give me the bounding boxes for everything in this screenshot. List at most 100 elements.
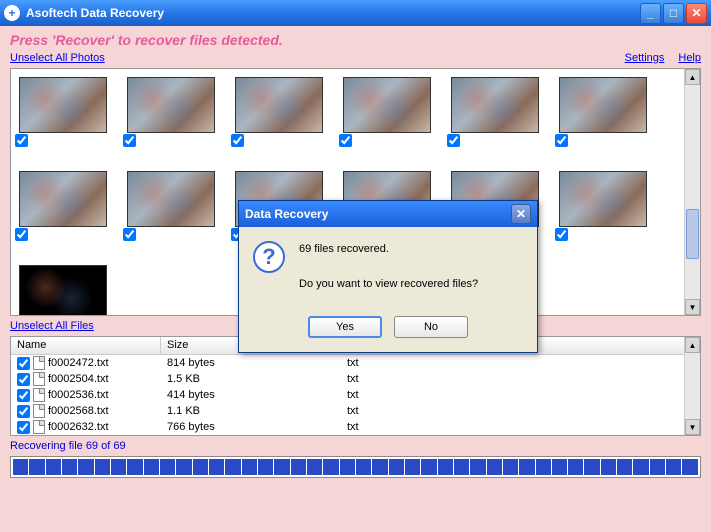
progress-bar: [10, 456, 701, 478]
window-title: Asoftech Data Recovery: [26, 6, 640, 20]
photo-checkbox[interactable]: [15, 134, 28, 147]
photo-item[interactable]: [555, 171, 651, 261]
progress-segment: [438, 459, 453, 475]
progress-segment: [78, 459, 93, 475]
table-row[interactable]: f0002472.txt814 bytestxt: [11, 355, 700, 371]
file-checkbox[interactable]: [17, 373, 30, 386]
progress-segment: [29, 459, 44, 475]
photo-checkbox[interactable]: [231, 134, 244, 147]
scroll-down-button[interactable]: ▼: [685, 419, 700, 435]
photo-item[interactable]: [339, 77, 435, 167]
unselect-photos-link[interactable]: Unselect All Photos: [10, 52, 105, 64]
progress-segment: [13, 459, 28, 475]
table-row[interactable]: f0002536.txt 414 bytestxt: [11, 387, 700, 403]
file-scrollbar[interactable]: ▲ ▼: [684, 337, 700, 435]
dialog-title: Data Recovery: [245, 207, 511, 221]
file-ext: txt: [341, 389, 491, 401]
yes-button[interactable]: Yes: [308, 316, 382, 338]
file-icon: [33, 372, 45, 386]
photo-item[interactable]: [123, 77, 219, 167]
table-row[interactable]: f0002568.txt1.1 KBtxt: [11, 403, 700, 419]
progress-segment: [389, 459, 404, 475]
file-rows: f0002472.txt814 bytestxtf0002504.txt1.5 …: [11, 355, 700, 435]
progress-segment: [584, 459, 599, 475]
top-links: Unselect All Photos Settings Help: [10, 52, 701, 64]
dialog-message-line2: Do you want to view recovered files?: [299, 276, 478, 294]
photo-item[interactable]: [123, 171, 219, 261]
file-size: 414 bytes: [161, 389, 341, 401]
file-icon: [33, 356, 45, 370]
file-checkbox[interactable]: [17, 357, 30, 370]
progress-segment: [568, 459, 583, 475]
photo-thumbnail: [127, 171, 215, 227]
file-name: f0002536.txt: [48, 389, 109, 401]
dialog-buttons: Yes No: [239, 308, 537, 352]
dialog-message-line1: 69 files recovered.: [299, 241, 478, 259]
photo-checkbox[interactable]: [555, 134, 568, 147]
photo-checkbox[interactable]: [123, 228, 136, 241]
progress-segment: [111, 459, 126, 475]
minimize-button[interactable]: _: [640, 3, 661, 24]
file-icon: [33, 404, 45, 418]
file-size: 1.1 KB: [161, 405, 341, 417]
progress-segment: [176, 459, 191, 475]
photo-checkbox[interactable]: [555, 228, 568, 241]
progress-segment: [682, 459, 697, 475]
photo-checkbox[interactable]: [447, 134, 460, 147]
dialog-close-button[interactable]: ✕: [511, 204, 531, 224]
photo-thumbnail: [559, 77, 647, 133]
scroll-thumb[interactable]: [686, 209, 699, 259]
progress-segment: [144, 459, 159, 475]
settings-link[interactable]: Settings: [625, 52, 665, 64]
photo-thumbnail: [451, 77, 539, 133]
photo-checkbox[interactable]: [339, 134, 352, 147]
progress-segment: [470, 459, 485, 475]
photo-item[interactable]: [15, 265, 111, 316]
unselect-files-link[interactable]: Unselect All Files: [10, 320, 94, 332]
file-size: 766 bytes: [161, 421, 341, 433]
photo-item[interactable]: [231, 77, 327, 167]
progress-segment: [666, 459, 681, 475]
photo-item[interactable]: [15, 77, 111, 167]
col-header-name[interactable]: Name: [11, 337, 161, 354]
question-icon: ?: [253, 241, 285, 273]
file-ext: txt: [341, 373, 491, 385]
table-row[interactable]: f0002632.txt766 bytestxt: [11, 419, 700, 435]
help-link[interactable]: Help: [678, 52, 701, 64]
progress-segment: [536, 459, 551, 475]
file-ext: txt: [341, 357, 491, 369]
photo-item[interactable]: [15, 171, 111, 261]
photo-scrollbar[interactable]: ▲ ▼: [684, 69, 700, 315]
progress-segment: [291, 459, 306, 475]
progress-segment: [405, 459, 420, 475]
photo-checkbox[interactable]: [123, 134, 136, 147]
progress-segment: [307, 459, 322, 475]
close-button[interactable]: ✕: [686, 3, 707, 24]
progress-segment: [633, 459, 648, 475]
titlebar: + Asoftech Data Recovery _ □ ✕: [0, 0, 711, 26]
maximize-button[interactable]: □: [663, 3, 684, 24]
photo-checkbox[interactable]: [15, 228, 28, 241]
photo-thumbnail: [235, 77, 323, 133]
progress-segment: [209, 459, 224, 475]
file-icon: [33, 420, 45, 434]
file-icon: [33, 388, 45, 402]
progress-segment: [552, 459, 567, 475]
photo-item[interactable]: [555, 77, 651, 167]
file-checkbox[interactable]: [17, 405, 30, 418]
progress-segment: [62, 459, 77, 475]
scroll-down-button[interactable]: ▼: [685, 299, 700, 315]
file-checkbox[interactable]: [17, 389, 30, 402]
file-ext: txt: [341, 421, 491, 433]
photo-thumbnail: [19, 77, 107, 133]
photo-item[interactable]: [447, 77, 543, 167]
progress-segment: [372, 459, 387, 475]
file-checkbox[interactable]: [17, 421, 30, 434]
photo-thumbnail: [559, 171, 647, 227]
scroll-up-button[interactable]: ▲: [685, 337, 700, 353]
dialog-body: ? 69 files recovered. Do you want to vie…: [239, 227, 537, 308]
table-row[interactable]: f0002504.txt1.5 KBtxt: [11, 371, 700, 387]
scroll-up-button[interactable]: ▲: [685, 69, 700, 85]
no-button[interactable]: No: [394, 316, 468, 338]
instruction-text: Press 'Recover' to recover files detecte…: [10, 32, 701, 48]
